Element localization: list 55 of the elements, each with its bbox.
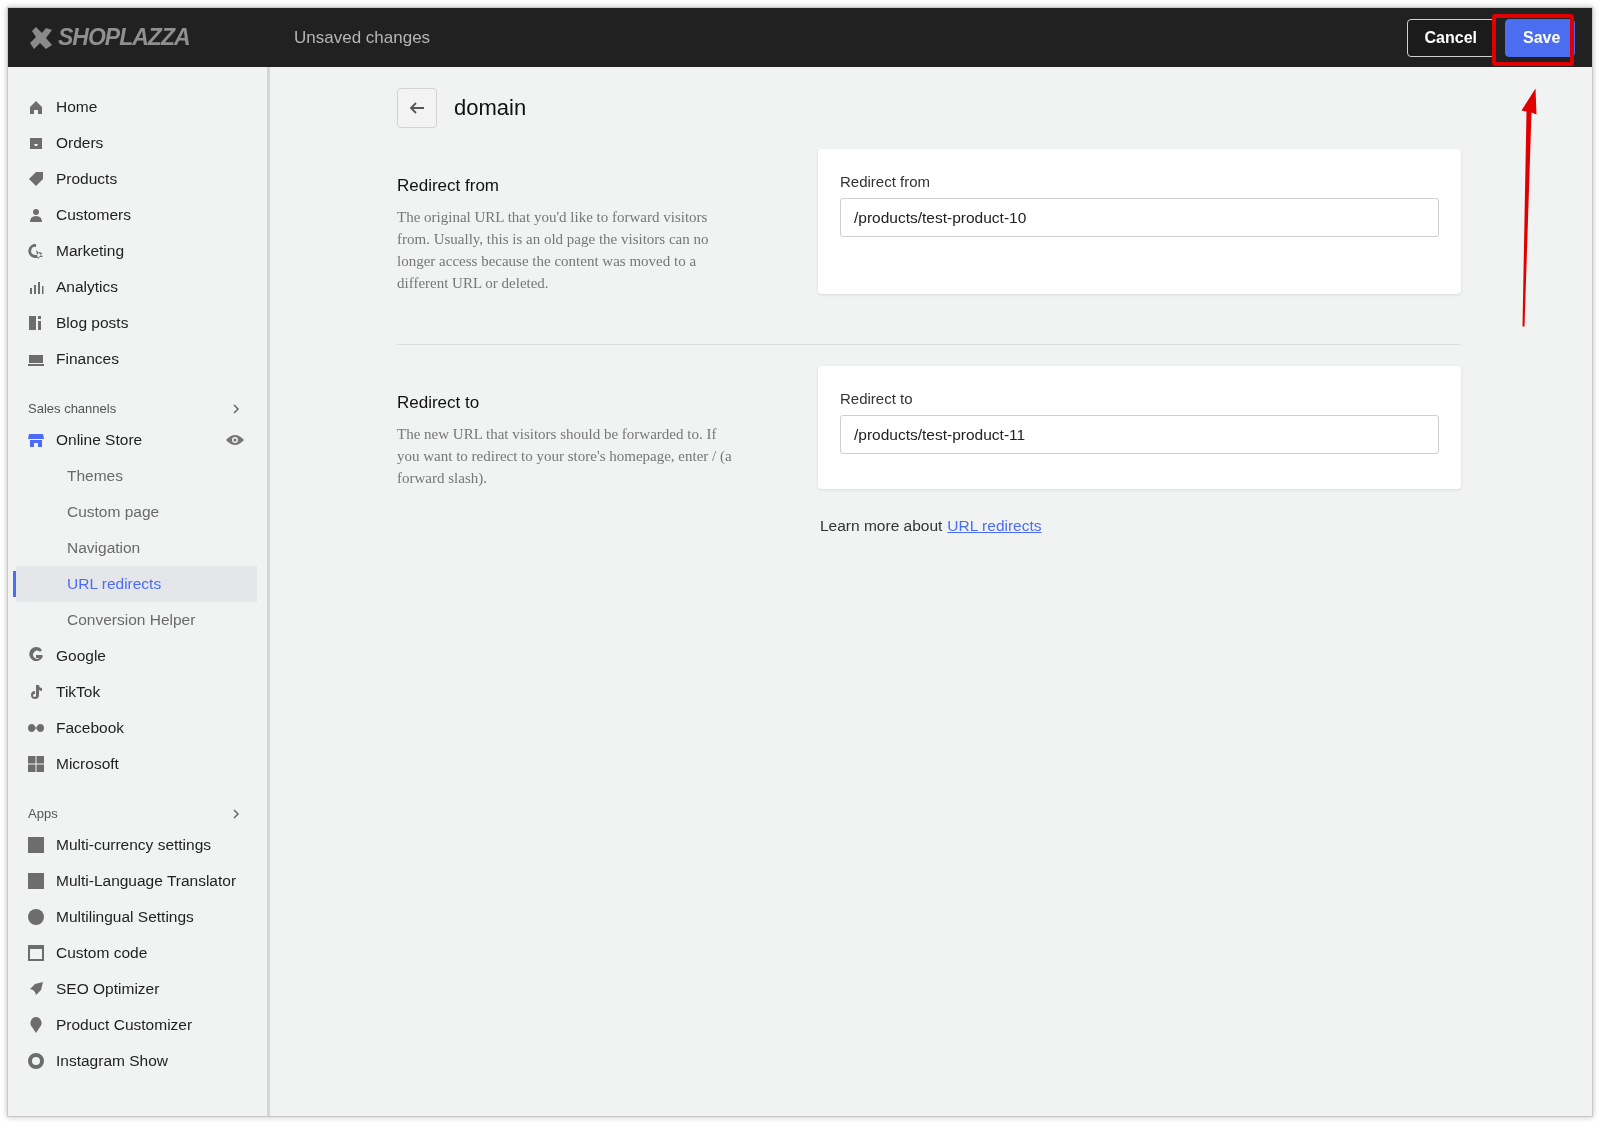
field-label: Redirect from bbox=[840, 173, 932, 190]
learn-more-text: Learn more about bbox=[820, 517, 943, 535]
back-button[interactable] bbox=[397, 88, 437, 128]
nav-item[interactable]: Custom code bbox=[8, 935, 257, 971]
nav-item[interactable]: TikTok bbox=[8, 674, 257, 710]
section-heading: Apps bbox=[28, 806, 58, 821]
field-label: Redirect to bbox=[840, 390, 914, 407]
nav-icon bbox=[26, 907, 46, 927]
nav-item[interactable]: Google bbox=[8, 638, 257, 674]
nav-subitem[interactable]: Navigation bbox=[16, 530, 257, 566]
nav-subitem[interactable]: URL redirects bbox=[16, 566, 257, 602]
section-title: Redirect to bbox=[397, 393, 481, 413]
section-heading: Sales channels bbox=[28, 401, 117, 416]
nav-item[interactable]: Finances bbox=[8, 341, 257, 377]
nav-icon bbox=[26, 754, 46, 774]
nav-item[interactable]: Marketing bbox=[8, 233, 257, 269]
nav-subitem[interactable]: Themes bbox=[16, 458, 257, 494]
nav-item[interactable]: Facebook bbox=[8, 710, 257, 746]
nav-item[interactable]: SEO Optimizer bbox=[8, 971, 257, 1007]
url-input-field[interactable]: /products/test-product-10 bbox=[840, 198, 1439, 237]
eye-icon[interactable] bbox=[225, 433, 245, 447]
section-description: The original URL that you'd like to forward visitors from. Usually, this is an old page the visitors can no longer access because the content was moved to a different URL or deleted. bbox=[397, 208, 710, 293]
unsaved-status: Unsaved changes bbox=[294, 27, 431, 48]
nav-item[interactable]: Multilingual Settings bbox=[8, 899, 257, 935]
chevron-right-icon[interactable] bbox=[231, 402, 241, 415]
nav-item[interactable]: Multi-Language Translator bbox=[8, 863, 257, 899]
cancel-button[interactable]: Cancel bbox=[1406, 18, 1495, 57]
nav-item[interactable]: Customers bbox=[8, 197, 257, 233]
nav-item[interactable]: Microsoft bbox=[8, 746, 257, 782]
back-arrow-icon[interactable] bbox=[408, 101, 426, 115]
logo-text: SHOPLAZZA bbox=[58, 24, 190, 51]
chevron-right-icon[interactable] bbox=[231, 807, 241, 820]
logo-icon bbox=[28, 24, 54, 51]
nav-icon bbox=[26, 835, 46, 855]
nav-item[interactable]: Home bbox=[8, 89, 257, 125]
nav-icon bbox=[26, 1051, 46, 1071]
nav-item[interactable]: Instagram Show bbox=[8, 1043, 257, 1079]
nav-item[interactable]: Multi-currency settings bbox=[8, 827, 257, 863]
nav-item[interactable]: Products bbox=[8, 161, 257, 197]
nav-subitem[interactable]: Custom page bbox=[16, 494, 257, 530]
save-button[interactable]: Save bbox=[1505, 18, 1575, 57]
nav-item[interactable]: Online Store bbox=[8, 422, 257, 458]
section-title: Redirect from bbox=[397, 176, 501, 196]
nav-item[interactable]: Blog posts bbox=[8, 305, 257, 341]
nav-subitem[interactable]: Conversion Helper bbox=[16, 602, 257, 638]
nav-icon bbox=[26, 871, 46, 891]
nav-icon bbox=[26, 943, 46, 963]
nav-item[interactable]: Analytics bbox=[8, 269, 257, 305]
url-redirects-link[interactable]: URL redirects bbox=[947, 517, 1042, 535]
nav-item[interactable]: Product Customizer bbox=[8, 1007, 257, 1043]
url-input-field[interactable]: /products/test-product-11 bbox=[840, 415, 1439, 454]
page-title: domain bbox=[454, 95, 527, 121]
nav-icon bbox=[26, 241, 46, 261]
section-description: The new URL that visitors should be forwarded to. If you want to redirect to your store's homepage, enter / (a forward slash). bbox=[397, 425, 732, 488]
nav-item[interactable]: Orders bbox=[8, 125, 257, 161]
